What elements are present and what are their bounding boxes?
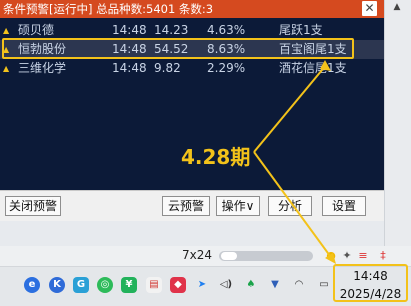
vpn-shield-icon[interactable]: ▼ [267, 277, 283, 293]
scroll-up-icon[interactable]: ▲ [388, 2, 406, 16]
list-item[interactable]: ▲ 三维化学 14:48 9.82 2.29% 酒花信尾1支 [0, 59, 384, 78]
annotation-label: 4.28期 [181, 145, 251, 169]
stack-icon[interactable]: ≡ [356, 249, 370, 263]
note-icon[interactable]: ▤ [146, 277, 162, 293]
alert-dot-icon[interactable]: ● [324, 249, 338, 263]
clock-date: 2025/4/28 [339, 287, 402, 301]
analyze-button[interactable]: 分析 [268, 196, 312, 216]
change-percent: 2.29% [207, 61, 246, 75]
alert-window: 条件预警[运行中] 总品种数:5401 条数:3 ✕ ▲ 硕贝德 14:48 1… [0, 0, 384, 221]
browser-icon[interactable]: e [24, 277, 40, 293]
title-bar[interactable]: 条件预警[运行中] 总品种数:5401 条数:3 ✕ [0, 0, 384, 18]
volume-icon[interactable]: ◁) [218, 277, 234, 293]
kuaishou-icon[interactable]: K [49, 277, 65, 293]
security-icon[interactable]: ♠ [243, 277, 259, 293]
close-icon[interactable]: ✕ [362, 1, 377, 16]
wechat-pay-icon[interactable]: ¥ [121, 277, 137, 293]
system-clock[interactable]: 14:48 2025/4/28 [333, 264, 408, 302]
clock-time: 14:48 [353, 269, 388, 283]
red-app-icon[interactable]: ◆ [170, 277, 186, 293]
window-title: 条件预警[运行中] 总品种数:5401 条数:3 [3, 2, 214, 16]
stock-name: 三维化学 [18, 61, 67, 75]
row-highlight-box [2, 38, 354, 59]
status-bar: 7x24 ● ✦ ≡ ‡ [0, 246, 411, 266]
rise-icon: ▲ [3, 64, 10, 73]
search-slider[interactable] [219, 251, 313, 261]
button-bar: 关闭预警 云预警 操作∨ 分析 设置 [0, 190, 384, 221]
signal-icon[interactable]: ‡ [376, 249, 390, 263]
settings-button[interactable]: 设置 [322, 196, 366, 216]
operate-button[interactable]: 操作∨ [216, 196, 260, 216]
send-icon[interactable]: ➤ [194, 277, 210, 293]
grid-size-label: 7x24 [182, 248, 213, 262]
pin-icon[interactable]: ✦ [340, 249, 354, 263]
wifi-icon[interactable]: ◠ [291, 277, 307, 293]
cloud-alert-button[interactable]: 云预警 [162, 196, 210, 216]
alert-note: 酒花信尾1支 [279, 61, 347, 75]
slider-knob[interactable] [221, 252, 237, 260]
close-alert-button[interactable]: 关闭预警 [5, 196, 61, 216]
app-icon[interactable]: G [73, 277, 89, 293]
price: 9.82 [154, 61, 181, 75]
alert-time: 14:48 [112, 61, 147, 75]
power-icon[interactable]: ▭ [316, 277, 332, 293]
wechat-icon[interactable]: ◎ [97, 277, 113, 293]
scroll-edge[interactable] [384, 0, 411, 246]
